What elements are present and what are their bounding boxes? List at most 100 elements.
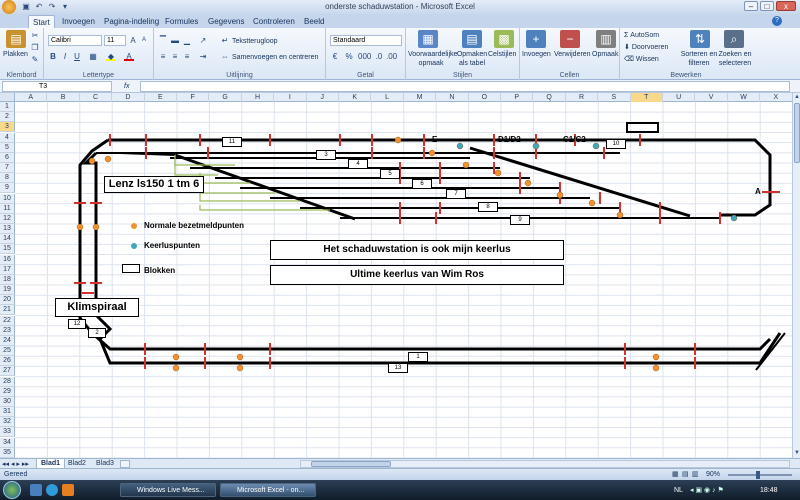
autosum-button[interactable]: Σ AutoSom bbox=[624, 31, 659, 40]
format-table-button[interactable]: Opmaken als tabel bbox=[456, 50, 488, 68]
tab-formules[interactable]: Formules bbox=[161, 15, 202, 28]
block-8[interactable]: 8 bbox=[478, 202, 498, 212]
underline-button[interactable]: U bbox=[72, 52, 82, 61]
block-12[interactable]: 12 bbox=[68, 319, 86, 329]
format-table-icon[interactable]: ▤ bbox=[462, 30, 482, 48]
font-name-select[interactable]: Calibri bbox=[48, 35, 102, 46]
formula-input[interactable] bbox=[140, 81, 790, 92]
tab-gegevens[interactable]: Gegevens bbox=[204, 15, 248, 28]
help-icon[interactable]: ? bbox=[772, 16, 782, 26]
hscroll-thumb[interactable] bbox=[311, 461, 391, 467]
align-middle-icon[interactable]: ▬ bbox=[170, 36, 180, 45]
scroll-up-icon[interactable]: ▲ bbox=[793, 93, 800, 101]
horizontal-scrollbar[interactable] bbox=[300, 460, 790, 468]
shrink-font-icon[interactable]: A bbox=[139, 36, 149, 45]
align-top-icon[interactable]: ▔ bbox=[158, 36, 168, 45]
zoom-level[interactable]: 90% bbox=[706, 470, 720, 479]
merge-center-button[interactable]: Samenvoegen en centreren bbox=[232, 53, 318, 62]
zoom-slider-thumb[interactable] bbox=[756, 471, 760, 479]
caption-keerlus[interactable]: Het schaduwstation is ook mijn keerlus bbox=[270, 240, 564, 260]
paste-icon[interactable]: ▤ bbox=[6, 30, 26, 48]
decrease-decimal-icon[interactable]: .00 bbox=[386, 52, 397, 61]
taskbar-app-messenger[interactable]: Windows Live Mess... bbox=[120, 483, 216, 497]
close-button[interactable]: x bbox=[776, 1, 796, 11]
grow-font-icon[interactable]: A bbox=[128, 36, 138, 45]
tab-controleren[interactable]: Controleren bbox=[249, 15, 299, 28]
block-2[interactable]: 2 bbox=[88, 328, 106, 338]
clear-button[interactable]: ⌫ Wissen bbox=[624, 55, 659, 64]
cut-icon[interactable]: ✂ bbox=[30, 31, 40, 40]
sort-filter-icon[interactable]: ⇅ bbox=[690, 30, 710, 48]
delete-cells-button[interactable]: Verwijderen bbox=[554, 50, 591, 59]
zoom-slider[interactable] bbox=[728, 471, 792, 479]
klimspiraal-box[interactable]: Klimspiraal bbox=[55, 298, 139, 317]
fill-color-icon[interactable]: ◆ bbox=[106, 52, 116, 61]
sort-filter-button[interactable]: Sorteren en filteren bbox=[680, 50, 718, 68]
paste-button[interactable]: Plakken bbox=[3, 50, 28, 59]
bold-button[interactable]: B bbox=[48, 52, 58, 61]
block-5[interactable]: 5 bbox=[380, 169, 400, 179]
cell-styles-button[interactable]: Celstijlen bbox=[488, 50, 516, 59]
block-11[interactable]: 11 bbox=[222, 137, 242, 147]
block-3[interactable]: 3 bbox=[316, 150, 336, 160]
quicklaunch-media-icon[interactable] bbox=[62, 484, 74, 496]
caption-wim-ros[interactable]: Ultime keerlus van Wim Ros bbox=[270, 265, 564, 285]
quicklaunch-ie-icon[interactable] bbox=[46, 484, 58, 496]
tab-beeld[interactable]: Beeld bbox=[300, 15, 328, 28]
number-format-select[interactable]: Standaard bbox=[330, 35, 402, 46]
find-select-button[interactable]: Zoeken en selecteren bbox=[718, 50, 752, 68]
block-1[interactable]: 1 bbox=[408, 352, 428, 362]
minimize-button[interactable]: – bbox=[744, 1, 758, 11]
view-pagebreak-icon[interactable]: ▥ bbox=[692, 470, 699, 479]
align-left-icon[interactable]: ≡ bbox=[158, 52, 168, 61]
align-bottom-icon[interactable]: ▁ bbox=[182, 36, 192, 45]
thousands-icon[interactable]: 000 bbox=[358, 52, 371, 61]
vertical-scrollbar[interactable]: ▲ ▼ bbox=[792, 93, 800, 458]
maximize-button[interactable]: □ bbox=[760, 1, 774, 11]
currency-icon[interactable]: € bbox=[330, 52, 340, 61]
format-painter-icon[interactable]: ✎ bbox=[30, 55, 40, 64]
align-center-icon[interactable]: ≡ bbox=[170, 52, 180, 61]
font-color-icon[interactable]: A bbox=[124, 52, 134, 61]
insert-cells-icon[interactable]: + bbox=[526, 30, 546, 48]
wrap-text-icon[interactable]: ↵ bbox=[220, 36, 230, 45]
format-cells-icon[interactable]: ▥ bbox=[596, 30, 616, 48]
conditional-format-icon[interactable]: ▦ bbox=[418, 30, 438, 48]
block-6[interactable]: 6 bbox=[412, 179, 432, 189]
fx-icon[interactable]: fx bbox=[124, 82, 129, 91]
taskbar-app-excel[interactable]: Microsoft Excel - on... bbox=[220, 483, 316, 497]
lenz-box[interactable]: Lenz ls150 1 tm 6 bbox=[104, 176, 204, 193]
wrap-text-button[interactable]: Tekstterugloop bbox=[232, 37, 278, 46]
insert-sheet-icon[interactable] bbox=[120, 460, 130, 468]
font-size-select[interactable]: 11 bbox=[104, 35, 126, 46]
block-13[interactable]: 13 bbox=[388, 363, 408, 373]
view-normal-icon[interactable]: ▦ bbox=[672, 470, 679, 479]
tab-invoegen[interactable]: Invoegen bbox=[58, 15, 99, 28]
copy-icon[interactable]: ❐ bbox=[30, 43, 40, 52]
scroll-down-icon[interactable]: ▼ bbox=[793, 449, 800, 457]
view-layout-icon[interactable]: ▤ bbox=[682, 470, 689, 479]
quicklaunch-desktop-icon[interactable] bbox=[30, 484, 42, 496]
block-10[interactable]: 10 bbox=[606, 139, 626, 149]
name-box[interactable]: T3 bbox=[2, 81, 112, 92]
italic-button[interactable]: I bbox=[60, 52, 70, 61]
delete-cells-icon[interactable]: − bbox=[560, 30, 580, 48]
block-7[interactable]: 7 bbox=[446, 189, 466, 199]
tray-icons[interactable]: ◂ ▣ ◉ ♪ ⚑ bbox=[690, 486, 724, 495]
worksheet-grid[interactable]: ABCDEFGHIJKLMNOPQRSTUVWX 1 2 3 4 5 6 7 8 9 10 11 12… bbox=[0, 93, 792, 458]
percent-icon[interactable]: % bbox=[344, 52, 354, 61]
start-orb-icon[interactable] bbox=[3, 481, 21, 499]
conditional-format-button[interactable]: Voorwaardelijke opmaak bbox=[408, 50, 457, 68]
tab-pagina-indeling[interactable]: Pagina-indeling bbox=[100, 15, 163, 28]
language-indicator[interactable]: NL bbox=[674, 486, 683, 495]
format-cells-button[interactable]: Opmaak bbox=[592, 50, 618, 59]
block-4[interactable]: 4 bbox=[348, 159, 368, 169]
orientation-icon[interactable]: ↗ bbox=[198, 36, 208, 45]
tab-start[interactable]: Start bbox=[28, 15, 55, 28]
block-9[interactable]: 9 bbox=[510, 215, 530, 225]
fill-button[interactable]: ⬇ Doorvoeren bbox=[624, 43, 668, 52]
cell-styles-icon[interactable]: ▩ bbox=[494, 30, 514, 48]
merge-icon[interactable]: ⇔ bbox=[220, 52, 230, 61]
scroll-thumb[interactable] bbox=[794, 103, 800, 163]
find-select-icon[interactable]: ⌕ bbox=[724, 30, 744, 48]
